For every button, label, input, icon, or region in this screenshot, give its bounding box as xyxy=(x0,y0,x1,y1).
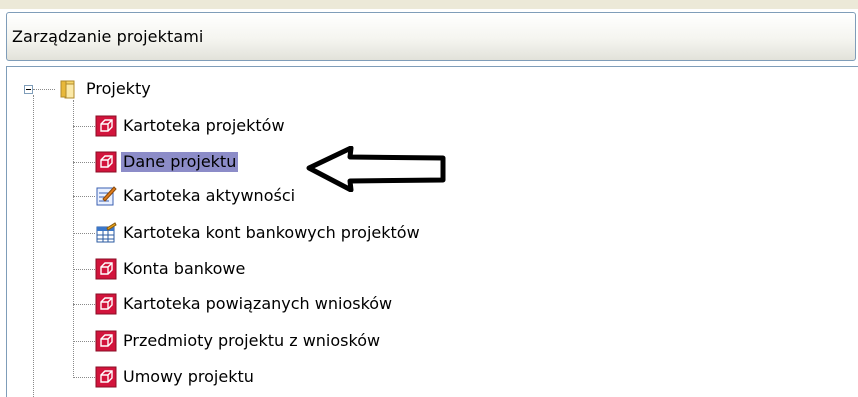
tree-connector xyxy=(73,196,95,197)
tree-connector xyxy=(73,341,95,342)
checklist-icon xyxy=(95,185,117,207)
tree-connector xyxy=(73,304,95,305)
tree-node-label: Konta bankowe xyxy=(123,259,246,278)
tree-node-label: Kartoteka kont bankowych projektów xyxy=(123,223,420,242)
tree-connector xyxy=(73,126,95,127)
tree-node-label: Przedmioty projektu z wniosków xyxy=(123,331,381,350)
tree-node-dane-projektu[interactable]: Dane projektu xyxy=(95,151,239,173)
red-cube-icon xyxy=(95,366,117,388)
tree-node-label: Kartoteka aktywności xyxy=(123,186,296,205)
red-cube-icon xyxy=(95,293,117,315)
tree-connector xyxy=(73,162,95,163)
red-cube-icon xyxy=(95,330,117,352)
tree-node-kartoteka-kont-bankowych[interactable]: Kartoteka kont bankowych projektów xyxy=(95,222,422,244)
tree-node-konta-bankowe[interactable]: Konta bankowe xyxy=(95,258,247,280)
tree-branch-line xyxy=(73,100,74,378)
tree-node-przedmioty-projektu[interactable]: Przedmioty projektu z wniosków xyxy=(95,330,382,352)
window-top-bar xyxy=(0,0,858,9)
panel-title: Zarządzanie projektami xyxy=(12,27,204,46)
red-cube-icon xyxy=(95,115,117,137)
tree-node-kartoteka-aktywnosci[interactable]: Kartoteka aktywności xyxy=(95,185,297,207)
tree-node-projekty[interactable]: Projekty xyxy=(58,78,153,100)
tree-connector xyxy=(33,89,55,90)
tree-node-label: Kartoteka powiązanych wniosków xyxy=(123,294,393,313)
folder-icon xyxy=(58,78,80,100)
pointer-arrow-icon xyxy=(306,146,446,192)
tree-connector xyxy=(73,269,95,270)
tree-connector xyxy=(73,377,95,378)
tree-node-kartoteka-projektow[interactable]: Kartoteka projektów xyxy=(95,115,287,137)
tree-root-line xyxy=(33,95,34,397)
tree-node-kartoteka-powiazanych-wnioskow[interactable]: Kartoteka powiązanych wniosków xyxy=(95,293,394,315)
tree-node-label: Kartoteka projektów xyxy=(123,116,285,135)
tree-node-umowy-projektu[interactable]: Umowy projektu xyxy=(95,366,256,388)
tree-node-label: Umowy projektu xyxy=(123,367,254,386)
spreadsheet-icon xyxy=(95,222,117,244)
tree-connector xyxy=(73,233,95,234)
tree-node-label: Projekty xyxy=(86,79,151,98)
tree-node-label: Dane projektu xyxy=(121,152,239,172)
collapse-toggle[interactable] xyxy=(24,85,33,94)
panel-header: Zarządzanie projektami xyxy=(6,12,856,61)
red-cube-icon xyxy=(95,151,117,173)
red-cube-icon xyxy=(95,258,117,280)
